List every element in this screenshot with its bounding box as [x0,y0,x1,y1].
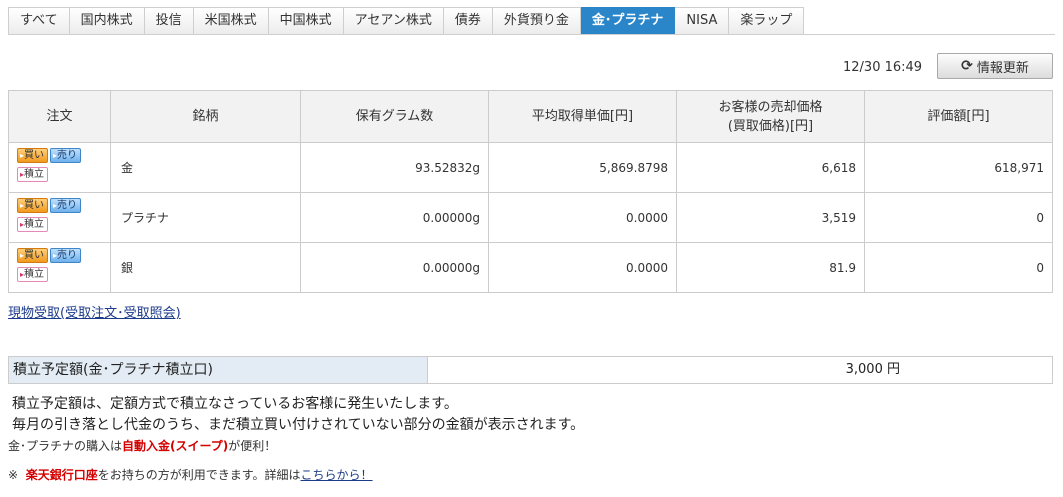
physical-receipt-link[interactable]: 現物受取(受取注文･受取照会) [8,302,181,321]
col-sell-price-line1: お客様の売却価格 [718,99,823,115]
holding-name: 銀 [110,242,301,293]
tab-bar: すべて 国内株式 投信 米国株式 中国株式 アセアン株式 債券 外貨預り金 金･… [8,7,805,35]
bank-note-mid: をお持ちの方が利用できます。詳細は [97,468,301,482]
tab-all[interactable]: すべて [8,7,70,35]
holdings-table: 注文 銘柄 保有グラム数 平均取得単価[円] お客様の売却価格 (買取価格)[円… [8,90,1053,293]
sweep-note-post: が便利！ [228,439,277,453]
holding-sell-price: 6,618 [676,142,865,193]
holding-name: プラチナ [110,192,301,243]
col-value: 評価額[円] [864,90,1053,143]
scheduled-amount-value: 3,000 円 [428,357,1052,383]
note-mark: ※ [8,468,19,482]
sell-button[interactable]: ▸売り [50,248,82,263]
order-buttons: ▸買い ▸売り ▸積立 [8,242,111,293]
col-sell-price: お客様の売却価格 (買取価格)[円] [676,90,865,143]
tab-us-stocks[interactable]: 米国株式 [193,7,269,35]
update-timestamp: 12/30 16:49 [843,60,923,75]
col-avg-price: 平均取得単価[円] [488,90,677,143]
note-line-2: 毎月の引き落とし代金のうち、まだ積立買い付けされていない部分の金額が表示されます… [12,417,585,433]
tab-asean-stocks[interactable]: アセアン株式 [343,7,444,35]
buy-button[interactable]: ▸買い [17,198,49,213]
scheduled-amount: 3,000 [845,362,883,377]
tab-china-stocks[interactable]: 中国株式 [268,7,344,35]
holding-avg-price: 0.0000 [488,192,677,243]
details-link[interactable]: こちらから！ [301,468,373,482]
scheduled-amount-unit: 円 [886,362,900,377]
scheduled-amount-label: 積立予定額(金･プラチナ積立口) [9,357,428,383]
refresh-button[interactable]: ⟳ 情報更新 [937,53,1053,79]
tsumitate-button[interactable]: ▸積立 [17,217,49,232]
buy-button[interactable]: ▸買い [17,148,49,163]
holding-name: 金 [110,142,301,193]
refresh-label: 情報更新 [976,60,1029,76]
buy-button[interactable]: ▸買い [17,248,49,263]
refresh-icon: ⟳ [961,58,973,74]
bank-note: ※ 楽天銀行口座をお持ちの方が利用できます。詳細はこちらから！ [8,466,373,483]
holding-grams: 0.00000g [300,192,489,243]
tab-mutual-funds[interactable]: 投信 [144,7,194,35]
tab-foreign-deposits[interactable]: 外貨預り金 [492,7,581,35]
table-row: ▸買い ▸売り ▸積立 金 93.52832g 5,869.8798 6,618 … [8,142,1053,193]
holding-value: 0 [864,242,1053,293]
tab-domestic-stocks[interactable]: 国内株式 [69,7,145,35]
holding-avg-price: 5,869.8798 [488,142,677,193]
order-buttons: ▸買い ▸売り ▸積立 [8,142,111,193]
tab-nisa[interactable]: NISA [675,7,730,35]
tab-underline [8,34,1055,35]
col-order: 注文 [8,90,111,143]
sweep-emphasis: 自動入金(スイープ) [122,439,229,453]
holding-grams: 0.00000g [300,242,489,293]
sweep-note: 金･プラチナの購入は自動入金(スイープ)が便利！ [8,437,276,454]
holding-value: 0 [864,192,1053,243]
table-row: ▸買い ▸売り ▸積立 プラチナ 0.00000g 0.0000 3,519 0 [8,192,1053,243]
tab-gold-platinum[interactable]: 金･プラチナ [580,7,676,35]
sell-button[interactable]: ▸売り [50,198,82,213]
col-name: 銘柄 [110,90,301,143]
rakuten-bank-emphasis: 楽天銀行口座 [25,468,98,482]
tab-bonds[interactable]: 債券 [443,7,493,35]
holding-sell-price: 81.9 [676,242,865,293]
sweep-note-pre: 金･プラチナの購入は [8,439,123,453]
tab-rakuwrap[interactable]: 楽ラップ [729,7,805,35]
tsumitate-button[interactable]: ▸積立 [17,267,49,282]
table-row: ▸買い ▸売り ▸積立 銀 0.00000g 0.0000 81.9 0 [8,242,1053,293]
holding-sell-price: 3,519 [676,192,865,243]
holding-value: 618,971 [864,142,1053,193]
order-buttons: ▸買い ▸売り ▸積立 [8,192,111,243]
holding-avg-price: 0.0000 [488,242,677,293]
note-line-1: 積立予定額は、定額方式で積立なさっているお客様に発生いたします。 [12,396,458,412]
tsumitate-button[interactable]: ▸積立 [17,167,49,182]
holding-grams: 93.52832g [300,142,489,193]
scheduled-amount-row: 積立予定額(金･プラチナ積立口) 3,000 円 [8,356,1053,384]
col-sell-price-line2: (買取価格)[円] [727,118,814,134]
sell-button[interactable]: ▸売り [50,148,82,163]
col-grams: 保有グラム数 [300,90,489,143]
table-header-row: 注文 銘柄 保有グラム数 平均取得単価[円] お客様の売却価格 (買取価格)[円… [8,90,1053,143]
